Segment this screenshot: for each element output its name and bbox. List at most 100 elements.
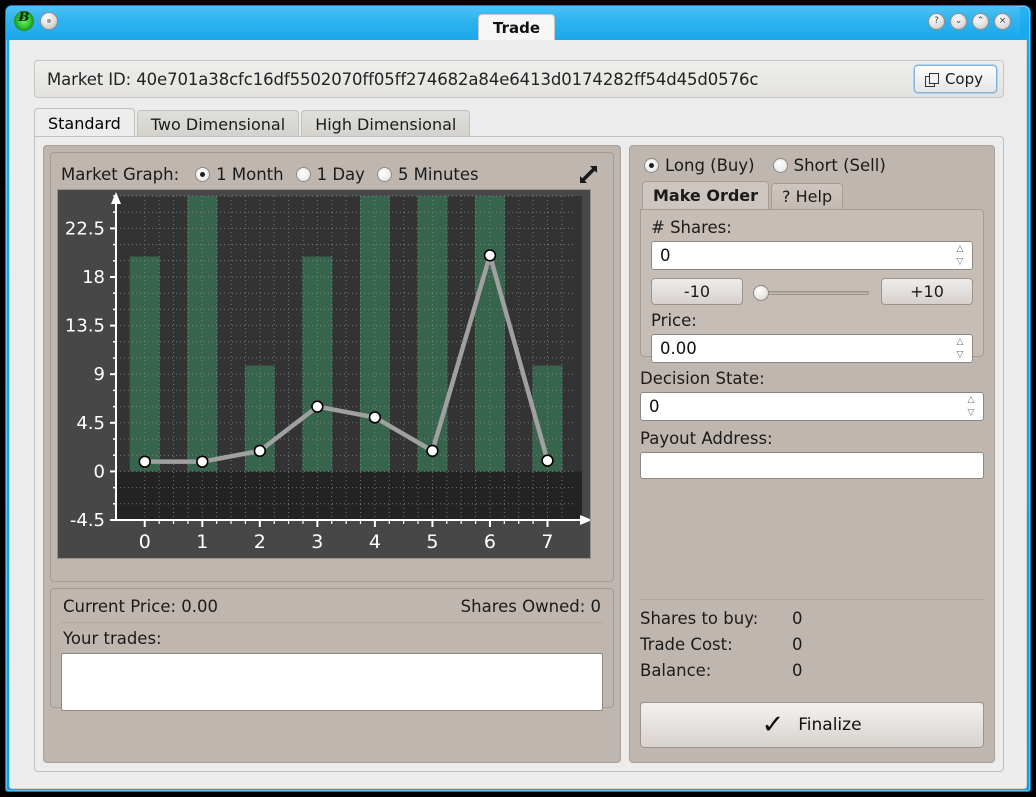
order-tab-bar: Make Order ? Help — [640, 181, 984, 209]
shares-input-value: 0 — [660, 246, 671, 265]
radio-1-month-label: 1 Month — [216, 165, 283, 184]
make-order-panel: # Shares: 0 △ ▽ -10 — [640, 209, 984, 357]
decision-state-down-icon: ▽ — [968, 409, 975, 418]
tab-two-dimensional[interactable]: Two Dimensional — [137, 110, 299, 138]
shares-label: # Shares: — [651, 218, 973, 237]
svg-text:2: 2 — [254, 531, 266, 553]
market-chart-svg: -4.504.5913.51822.501234567 — [58, 190, 591, 559]
shares-to-buy-value: 0 — [792, 606, 803, 632]
order-summary: Shares to buy: 0 Trade Cost: 0 Balance: … — [640, 599, 984, 684]
payout-address-input[interactable] — [640, 452, 984, 479]
shares-owned-label: Shares Owned: 0 — [461, 597, 601, 616]
shares-input[interactable]: 0 △ ▽ — [651, 241, 973, 270]
radio-5-minutes-label: 5 Minutes — [398, 165, 479, 184]
balance-value: 0 — [792, 658, 803, 684]
decision-state-up-icon: △ — [968, 396, 975, 405]
check-icon: ✓ — [762, 712, 785, 738]
price-summary-row: Current Price: 0.00 Shares Owned: 0 — [61, 595, 603, 623]
market-graph-label: Market Graph: — [61, 165, 179, 184]
payout-address-label: Payout Address: — [640, 429, 984, 448]
price-input-value: 0.00 — [660, 339, 697, 358]
radio-short-sell-dot — [773, 158, 788, 173]
copy-button-label: Copy — [945, 70, 983, 88]
svg-text:5: 5 — [426, 531, 438, 553]
market-id-text: Market ID: 40e701a38cfc16df5502070ff05ff… — [47, 70, 914, 89]
radio-5-minutes-dot — [377, 167, 392, 182]
balance-key: Balance: — [640, 658, 792, 684]
tab-help[interactable]: ? Help — [771, 183, 843, 209]
your-trades-list[interactable] — [61, 653, 603, 711]
svg-text:18: 18 — [82, 267, 105, 288]
finalize-button[interactable]: ✓ Finalize — [640, 702, 984, 748]
help-button[interactable]: ? — [928, 13, 945, 30]
maximize-button[interactable]: ⌃ — [972, 13, 989, 30]
market-graph-header: Market Graph: 1 Month 1 Day — [57, 159, 607, 189]
svg-text:1: 1 — [196, 531, 208, 553]
trade-window: Trade ? ⌄ ⌃ × Market ID: 40e701a38cfc16d… — [0, 0, 1036, 797]
shares-stepper-up-icon: △ — [957, 245, 964, 254]
trade-cost-key: Trade Cost: — [640, 632, 792, 658]
price-summary-panel: Current Price: 0.00 Shares Owned: 0 Your… — [50, 588, 614, 708]
orb-icon[interactable] — [40, 12, 58, 30]
svg-text:0: 0 — [139, 531, 151, 553]
radio-5-minutes[interactable]: 5 Minutes — [377, 165, 479, 184]
copy-icon — [925, 73, 938, 86]
svg-text:13.5: 13.5 — [65, 316, 105, 337]
svg-text:-4.5: -4.5 — [70, 510, 105, 531]
shares-adjust-row: -10 +10 — [651, 278, 973, 305]
radio-1-day-dot — [296, 167, 311, 182]
summary-row-shares-to-buy: Shares to buy: 0 — [640, 606, 984, 632]
svg-text:9: 9 — [94, 364, 105, 385]
market-id-row: Market ID: 40e701a38cfc16df5502070ff05ff… — [34, 60, 1004, 98]
client-area: Market ID: 40e701a38cfc16df5502070ff05ff… — [9, 40, 1027, 789]
shares-to-buy-key: Shares to buy: — [640, 606, 792, 632]
summary-row-balance: Balance: 0 — [640, 658, 984, 684]
radio-1-day[interactable]: 1 Day — [296, 165, 365, 184]
shares-stepper-arrows[interactable]: △ ▽ — [954, 245, 966, 267]
order-pane: Long (Buy) Short (Sell) Make Order ? Hel… — [629, 145, 995, 763]
expand-graph-button[interactable] — [573, 161, 603, 187]
shares-slider[interactable] — [751, 281, 873, 303]
titlebar-left-icons — [14, 11, 58, 31]
price-input[interactable]: 0.00 △ ▽ — [651, 334, 973, 363]
svg-text:4.5: 4.5 — [76, 413, 105, 434]
radio-1-month-dot — [195, 167, 210, 182]
increment-10-button[interactable]: +10 — [881, 278, 973, 305]
decision-state-stepper-arrows[interactable]: △ ▽ — [965, 396, 977, 418]
svg-text:7: 7 — [541, 531, 553, 553]
bitcoin-icon — [14, 11, 34, 31]
decrement-10-button[interactable]: -10 — [651, 278, 743, 305]
price-stepper-arrows[interactable]: △ ▽ — [954, 338, 966, 360]
price-stepper-up-icon: △ — [957, 338, 964, 347]
finalize-button-label: Finalize — [798, 715, 861, 735]
tab-high-dimensional[interactable]: High Dimensional — [301, 110, 470, 138]
trade-cost-value: 0 — [792, 632, 803, 658]
market-chart[interactable]: -4.504.5913.51822.501234567 — [57, 189, 591, 559]
tab-standard[interactable]: Standard — [34, 108, 135, 138]
current-price-label: Current Price: 0.00 — [63, 597, 218, 616]
side-radio-group: Long (Buy) Short (Sell) — [640, 154, 984, 181]
price-stepper-down-icon: ▽ — [957, 351, 964, 360]
title-bar: Trade ? ⌄ ⌃ × — [6, 6, 1020, 40]
radio-long-buy[interactable]: Long (Buy) — [644, 156, 755, 175]
chart-pane: Market Graph: 1 Month 1 Day — [43, 145, 621, 763]
radio-long-buy-dot — [644, 158, 659, 173]
standard-tab-content: Market Graph: 1 Month 1 Day — [34, 136, 1004, 772]
price-label: Price: — [651, 311, 973, 330]
close-button[interactable]: × — [994, 13, 1011, 30]
expand-arrows-icon — [577, 163, 599, 185]
main-tab-bar: Standard Two Dimensional High Dimensiona… — [34, 108, 470, 138]
radio-short-sell[interactable]: Short (Sell) — [773, 156, 886, 175]
shares-stepper-down-icon: ▽ — [957, 258, 964, 267]
copy-button[interactable]: Copy — [914, 65, 997, 93]
decision-state-input[interactable]: 0 △ ▽ — [640, 392, 984, 421]
tab-make-order[interactable]: Make Order — [642, 181, 769, 209]
decision-state-label: Decision State: — [640, 369, 984, 388]
svg-text:6: 6 — [484, 531, 496, 553]
radio-1-day-label: 1 Day — [317, 165, 365, 184]
radio-1-month[interactable]: 1 Month — [195, 165, 283, 184]
svg-text:4: 4 — [369, 531, 381, 553]
shares-slider-knob[interactable] — [753, 285, 769, 301]
minimize-button[interactable]: ⌄ — [950, 13, 967, 30]
your-trades-label: Your trades: — [61, 623, 603, 653]
